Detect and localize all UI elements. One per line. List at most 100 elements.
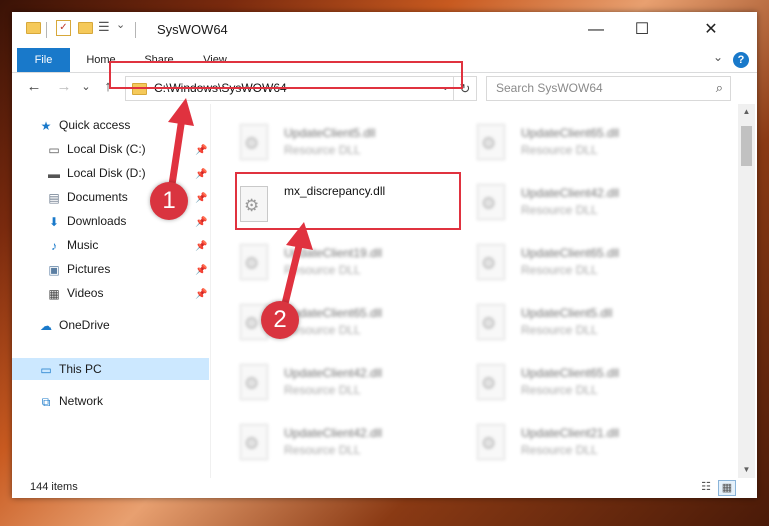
dll-file-icon xyxy=(240,124,268,160)
expand-ribbon-icon[interactable]: ⌄ xyxy=(713,50,723,64)
back-button[interactable]: ← xyxy=(24,77,44,97)
search-icon[interactable]: ⌕ xyxy=(716,80,723,96)
sidebar-item-documents[interactable]: ▤ Documents xyxy=(46,186,128,208)
pin-icon[interactable]: 📌 xyxy=(195,193,207,204)
file-type: Resource DLL xyxy=(521,203,598,217)
file-item[interactable]: UpdateClient42.dll Resource DLL xyxy=(449,174,674,226)
file-name: UpdateClient42.dll xyxy=(521,186,620,200)
customize-quick-access-icon[interactable]: ☰ xyxy=(98,19,110,35)
sidebar-item-quick-access[interactable]: ★ Quick access xyxy=(38,114,131,136)
details-view-icon[interactable]: ☷ xyxy=(698,480,714,494)
sidebar-item-local-disk-c[interactable]: ▭ Local Disk (C:) xyxy=(46,138,146,160)
file-name: UpdateClient5.dll xyxy=(284,126,376,140)
file-item[interactable]: UpdateClient5.dll Resource DLL xyxy=(212,114,437,166)
file-type: Resource DLL xyxy=(284,383,361,397)
dll-file-icon xyxy=(240,364,268,400)
sidebar-item-pictures[interactable]: ▣ Pictures xyxy=(46,258,110,280)
pin-icon[interactable]: 📌 xyxy=(195,217,207,228)
help-icon[interactable]: ? xyxy=(733,52,749,68)
vertical-scrollbar[interactable]: ▲ ▼ xyxy=(738,104,755,478)
minimize-icon: — xyxy=(588,21,604,38)
sidebar-item-label: Documents xyxy=(67,190,128,204)
drive-icon: ▭ xyxy=(48,142,60,157)
computer-icon: ▭ xyxy=(40,362,52,377)
sidebar-item-label: Videos xyxy=(67,286,104,300)
pictures-icon: ▣ xyxy=(48,262,60,277)
maximize-button[interactable]: ☐ xyxy=(619,12,665,48)
step-1-badge: 1 xyxy=(150,182,188,220)
file-type: Resource DLL xyxy=(521,323,598,337)
dll-file-icon xyxy=(477,244,505,280)
large-icons-view-icon[interactable]: ▦ xyxy=(718,480,736,496)
sidebar-item-videos[interactable]: ▦ Videos xyxy=(46,282,103,304)
pin-icon[interactable]: 📌 xyxy=(195,169,207,180)
sidebar-item-music[interactable]: ♪ Music xyxy=(46,234,98,256)
download-icon: ⬇ xyxy=(48,214,60,229)
search-input[interactable]: Search SysWOW64 ⌕ xyxy=(486,76,731,101)
scrollbar-thumb[interactable] xyxy=(741,126,752,166)
file-type: Resource DLL xyxy=(521,443,598,457)
sidebar-item-label: Network xyxy=(59,394,104,408)
pin-icon[interactable]: 📌 xyxy=(195,289,207,300)
step-2-badge: 2 xyxy=(261,301,299,339)
file-name: UpdateClient42.dll xyxy=(284,426,383,440)
close-button[interactable]: ✕ xyxy=(665,12,757,48)
sidebar-item-local-disk-d[interactable]: ▬ Local Disk (D:) xyxy=(46,162,146,184)
sidebar-item-onedrive[interactable]: ☁ OneDrive xyxy=(38,314,110,336)
file-item[interactable]: UpdateClient21.dll Resource DLL xyxy=(449,414,674,466)
dll-file-icon xyxy=(240,424,268,460)
search-placeholder: Search SysWOW64 xyxy=(496,81,603,95)
file-item[interactable]: UpdateClient65.dll Resource DLL xyxy=(449,354,674,406)
file-item[interactable]: UpdateClient65.dll Resource DLL xyxy=(449,234,674,286)
sidebar-item-label: OneDrive xyxy=(59,318,110,332)
sidebar-item-this-pc[interactable]: ▭ This PC xyxy=(38,358,101,380)
file-name: UpdateClient65.dll xyxy=(521,246,620,260)
drive-icon: ▬ xyxy=(48,166,60,181)
pin-icon[interactable]: 📌 xyxy=(195,241,207,252)
file-item[interactable]: UpdateClient42.dll Resource DLL xyxy=(212,354,437,406)
dll-file-icon xyxy=(240,244,268,280)
file-item[interactable]: UpdateClient65.dll Resource DLL xyxy=(449,114,674,166)
file-type: Resource DLL xyxy=(521,143,598,157)
file-name: UpdateClient65.dll xyxy=(521,366,620,380)
properties-icon[interactable]: ✓ xyxy=(56,20,71,36)
file-name: UpdateClient5.dll xyxy=(521,306,613,320)
sidebar-item-label: Local Disk (C:) xyxy=(67,142,146,156)
forward-button[interactable]: → xyxy=(54,77,74,97)
sidebar-item-label: Music xyxy=(67,238,99,252)
scroll-up-icon[interactable]: ▲ xyxy=(738,104,755,120)
documents-icon: ▤ xyxy=(48,190,60,205)
scroll-down-icon[interactable]: ▼ xyxy=(738,462,755,478)
dll-file-icon xyxy=(477,364,505,400)
sidebar-item-label: Quick access xyxy=(59,118,131,132)
dll-file-icon xyxy=(477,184,505,220)
pin-icon[interactable]: 📌 xyxy=(195,265,207,276)
dll-file-icon xyxy=(477,424,505,460)
network-icon: ⧉ xyxy=(41,394,51,409)
status-bar: 144 items ☷ ▦ xyxy=(12,478,757,498)
item-count: 144 items xyxy=(30,481,78,493)
recent-locations-button[interactable]: ⌄ xyxy=(76,77,96,97)
window-title: SysWOW64 xyxy=(157,22,228,37)
chevron-down-icon[interactable]: ⌄ xyxy=(116,18,125,31)
file-item[interactable]: UpdateClient5.dll Resource DLL xyxy=(449,294,674,346)
sidebar-item-label: Local Disk (D:) xyxy=(67,166,146,180)
pin-icon[interactable]: 📌 xyxy=(195,145,207,156)
sidebar-item-network[interactable]: ⧉ Network xyxy=(38,390,103,412)
navigation-pane: ★ Quick access ▭ Local Disk (C:) 📌 ▬ Local … xyxy=(12,104,210,478)
file-name: UpdateClient19.dll xyxy=(284,246,383,260)
file-name: UpdateClient21.dll xyxy=(521,426,620,440)
sidebar-item-downloads[interactable]: ⬇ Downloads xyxy=(46,210,126,232)
file-type: Resource DLL xyxy=(284,263,361,277)
maximize-icon: ☐ xyxy=(634,21,650,38)
file-list: UpdateClient5.dll Resource DLL mx_discre… xyxy=(212,104,737,478)
file-item[interactable]: UpdateClient19.dll Resource DLL xyxy=(212,234,437,286)
sidebar-item-label: Downloads xyxy=(67,214,127,228)
address-bar-highlight xyxy=(109,61,463,89)
minimize-button[interactable]: — xyxy=(573,12,619,48)
new-folder-icon[interactable] xyxy=(78,22,93,34)
tab-file[interactable]: File xyxy=(17,48,70,72)
file-item[interactable]: UpdateClient42.dll Resource DLL xyxy=(212,414,437,466)
file-name: UpdateClient42.dll xyxy=(284,366,383,380)
file-item[interactable]: UpdateClient65.dll Resource DLL xyxy=(212,294,437,346)
